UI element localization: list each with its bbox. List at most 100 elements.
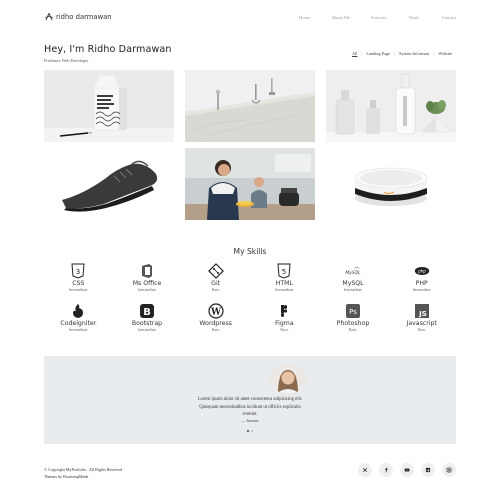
skills-title: My Skills [233, 247, 267, 256]
skill-level: Intermediate [69, 328, 88, 333]
skill-level: Intermediate [343, 288, 363, 293]
skill-level: Basic [349, 328, 357, 333]
nav-links: Home About Me Services Work Contact [299, 15, 456, 20]
skill-level: Intermediate [137, 288, 157, 293]
facebook-icon[interactable] [379, 463, 393, 477]
carousel-dots [44, 430, 456, 432]
page-subtitle: Freelance Web Developer [44, 58, 89, 63]
skill-item: php PHP Intermediate [387, 263, 456, 292]
skill-item: JS Javascript Basic [387, 303, 456, 332]
figma-icon [281, 305, 288, 317]
codeigniter-icon [73, 304, 84, 318]
filter-website[interactable]: Website [434, 51, 456, 56]
skill-name: Figma [275, 320, 294, 327]
portfolio-item-smart-speaker[interactable] [326, 148, 456, 220]
testimonial-section: Lorem ipsum dolor sit amet consectetur a… [44, 356, 456, 444]
linkedin-icon[interactable] [421, 463, 435, 477]
skill-level: Basic [211, 288, 220, 293]
php-icon: php [414, 267, 429, 275]
portfolio-item-cosmetic-bottles[interactable] [326, 70, 456, 142]
skill-level: Intermediate [275, 288, 294, 293]
avatar [270, 364, 306, 394]
wordpress-icon: W [208, 303, 224, 319]
mysql-icon: MySQL [345, 267, 361, 276]
skill-name: Photoshop [336, 320, 370, 327]
svg-text:php: php [417, 269, 426, 274]
skills-row-2: Codelgniter Intermediate B Bootstrap Int… [44, 303, 456, 332]
page-title: Hey, I'm Ridho Darmawan [44, 44, 172, 55]
html5-icon: 5 [277, 263, 291, 279]
skill-item: MySQL MySQL Intermediate [319, 263, 388, 292]
filter-landing-page[interactable]: Landing Page [362, 51, 394, 56]
skill-name: Bootstrap [131, 320, 163, 327]
portfolio-item-kitchen-utensils[interactable] [185, 70, 315, 142]
photoshop-icon: Ps [345, 304, 360, 318]
brand-logo-icon [44, 12, 54, 21]
svg-text:W: W [210, 308, 222, 318]
footer-credit[interactable]: Themes by BootstrapMade [44, 473, 122, 480]
skill-name: PHP [415, 280, 428, 287]
skill-item: Ps Photoshop Basic [319, 303, 388, 332]
svg-text:JS: JS [418, 310, 427, 318]
skill-item: 5 HTML Intermediate [250, 263, 319, 292]
skill-name: MySQL [342, 280, 364, 287]
skill-item: 3 CSS Intermediate [44, 263, 113, 292]
carousel-dot-active[interactable] [247, 430, 249, 432]
testimonial-text: Lorem ipsum dolor sit amet consectetur a… [44, 396, 456, 419]
portfolio-item-people-cooking[interactable] [185, 148, 315, 220]
svg-text:3: 3 [76, 268, 80, 276]
css3-icon: 3 [71, 263, 85, 279]
twitter-icon[interactable] [358, 463, 372, 477]
skill-level: Basic [211, 328, 220, 333]
skill-level: Basic [280, 328, 289, 333]
footer: © Copyright MyPortfolio . All Rights Res… [44, 466, 122, 480]
skill-name: Wordpress [199, 320, 232, 327]
portfolio-item-milk-carton[interactable] [44, 70, 174, 142]
filter-all[interactable]: All [348, 51, 362, 56]
git-icon [207, 263, 224, 279]
nav-home[interactable]: Home [299, 15, 310, 20]
skill-item: W Wordpress Basic [181, 303, 250, 332]
portfolio-grid [44, 70, 456, 220]
brand[interactable]: ridho darmawan [44, 12, 112, 22]
nav-work[interactable]: Work [409, 15, 419, 20]
skill-level: Intermediate [412, 288, 431, 293]
skill-item: B Bootstrap Intermediate [113, 303, 182, 332]
svg-text:5: 5 [282, 268, 286, 276]
svg-text:B: B [143, 307, 151, 318]
nav-about[interactable]: About Me [331, 15, 350, 20]
skills-row-1: 3 CSS Intermediate Ms Office Intermediat… [44, 263, 456, 292]
testimonial-line: Lorem ipsum dolor sit amet consectetur a… [197, 397, 303, 402]
skill-level: Intermediate [137, 328, 157, 333]
testimonial-line: eveniet. [242, 412, 258, 417]
skill-item: Codelgniter Intermediate [44, 303, 113, 332]
hero: Hey, I'm Ridho Darmawan Freelance Web De… [44, 44, 172, 63]
nav-contact[interactable]: Contact [442, 15, 456, 20]
javascript-icon: JS [414, 304, 429, 318]
testimonial-author: — Jasmine [241, 419, 259, 423]
testimonial-line: Quisquam necessitatibus incidunt ut offi… [199, 404, 301, 410]
skill-level: Intermediate [69, 288, 88, 293]
filter-system-informasi[interactable]: System Informasi [395, 51, 433, 56]
skill-item: Figma Basic [250, 303, 319, 332]
brand-name: ridho darmawan [56, 13, 112, 21]
skill-level: Basic [417, 328, 426, 333]
svg-text:Ps: Ps [349, 308, 357, 316]
ms-office-icon [141, 264, 152, 278]
portfolio-item-sneaker[interactable] [44, 148, 174, 220]
svg-text:MySQL: MySQL [345, 270, 361, 276]
nav-services[interactable]: Services [371, 15, 387, 20]
carousel-dot[interactable] [251, 430, 253, 432]
skill-name: Javascript [406, 320, 437, 327]
youtube-icon[interactable] [400, 463, 414, 477]
skill-item: Ms Office Intermediate [113, 263, 182, 292]
skill-name: Ms Office [132, 280, 162, 287]
social-links [358, 463, 456, 477]
portfolio-filters: All | Landing Page | System Informasi | … [348, 51, 456, 56]
skill-item: Git Basic [181, 263, 250, 292]
skill-name: CSS [72, 280, 85, 287]
top-navbar: ridho darmawan Home About Me Services Wo… [44, 10, 456, 24]
skill-name: Codelgniter [60, 320, 97, 327]
skill-name: HTML [275, 280, 293, 287]
instagram-icon[interactable] [442, 463, 456, 477]
